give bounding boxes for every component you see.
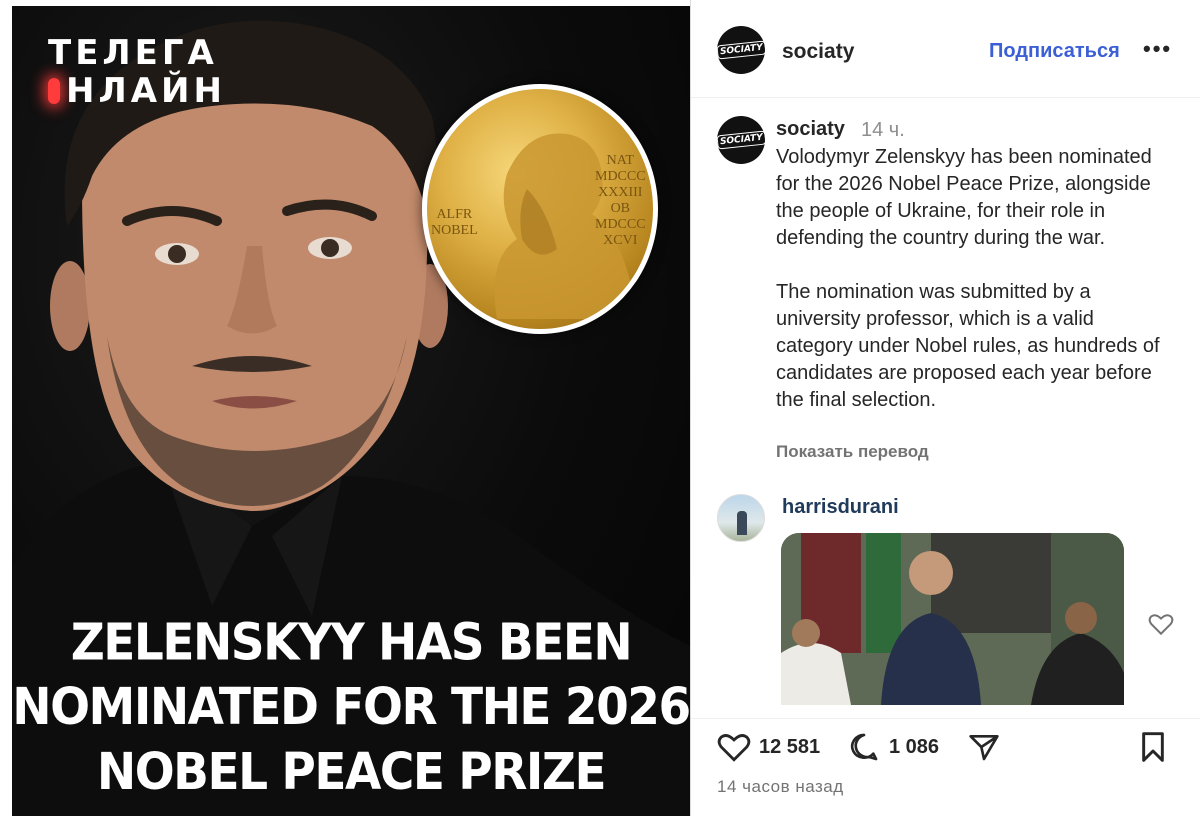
medal-left-inscription: ALFR NOBEL xyxy=(431,207,478,238)
post-time-ago[interactable]: 14 часов назад xyxy=(717,777,844,797)
send-plane-icon[interactable] xyxy=(967,731,1001,763)
like-action[interactable]: 12 581 xyxy=(717,731,820,763)
caption-username[interactable]: sociaty xyxy=(776,118,845,141)
author-avatar[interactable]: SOCIATY xyxy=(715,26,767,74)
post-header: SOCIATY sociaty Подписаться ••• xyxy=(691,0,1200,98)
watermark-line2: НЛАЙН xyxy=(66,71,226,111)
commenter-avatar[interactable] xyxy=(717,494,765,542)
avatar-logo-text: SOCIATY xyxy=(715,40,767,60)
author-username[interactable]: sociaty xyxy=(782,40,854,64)
like-count[interactable]: 12 581 xyxy=(759,736,820,759)
caption-paragraph: The nomination was submitted by a univer… xyxy=(776,281,1160,411)
heart-icon[interactable] xyxy=(717,731,751,763)
record-dot-icon xyxy=(48,78,60,104)
caption-timestamp[interactable]: 14 ч. xyxy=(861,119,905,142)
more-options-button[interactable]: ••• xyxy=(1143,36,1172,62)
crowd-scene-illustration xyxy=(781,533,1124,705)
nobel-medal-image: ALFR NOBEL NAT MDCCC XXXIII OB MDCCC XCV… xyxy=(422,84,658,334)
post-image[interactable]: ТЕЛЕГА НЛАЙН ALFR NOBEL NAT MDCCC XXXIII… xyxy=(12,6,690,816)
watermark-logo: ТЕЛЕГА НЛАЙН xyxy=(48,34,226,110)
caption-text: Volodymyr Zelenskyy has been nominated f… xyxy=(776,144,1176,414)
comment-action[interactable]: 1 086 xyxy=(847,731,939,763)
like-comment-heart-icon[interactable] xyxy=(1148,612,1174,636)
follow-button[interactable]: Подписаться xyxy=(989,40,1120,63)
comment-bubble-icon[interactable] xyxy=(847,731,881,763)
post-actions-bar: 12 581 1 086 14 часов назад xyxy=(691,718,1200,816)
headline-line: NOBEL PEACE PRIZE xyxy=(96,742,607,802)
headline-line: NOMINATED FOR THE 2026 xyxy=(12,677,690,738)
share-action[interactable] xyxy=(967,731,1001,763)
medal-right-inscription: NAT MDCCC XXXIII OB MDCCC XCVI xyxy=(595,153,646,248)
caption-author-avatar[interactable]: SOCIATY xyxy=(715,116,767,164)
bookmark-icon[interactable] xyxy=(1139,731,1167,763)
comment-gif-image[interactable] xyxy=(781,533,1124,705)
comment-count[interactable]: 1 086 xyxy=(889,736,939,759)
image-headline: ZELENSKYY HAS BEEN NOMINATED FOR THE 202… xyxy=(12,611,690,805)
caption-paragraph: Volodymyr Zelenskyy has been nominated f… xyxy=(776,146,1152,249)
headline-line: ZELENSKYY HAS BEEN xyxy=(70,612,633,673)
post-sidebar: SOCIATY sociaty Подписаться ••• SOCIATY … xyxy=(690,0,1200,816)
commenter-username[interactable]: harrisdurani xyxy=(782,496,899,519)
save-action[interactable] xyxy=(1139,731,1167,763)
show-translation-button[interactable]: Показать перевод xyxy=(776,442,929,462)
avatar-logo-text: SOCIATY xyxy=(715,130,767,150)
watermark-line1: ТЕЛЕГА xyxy=(48,33,218,73)
avatar-figure xyxy=(737,511,747,535)
